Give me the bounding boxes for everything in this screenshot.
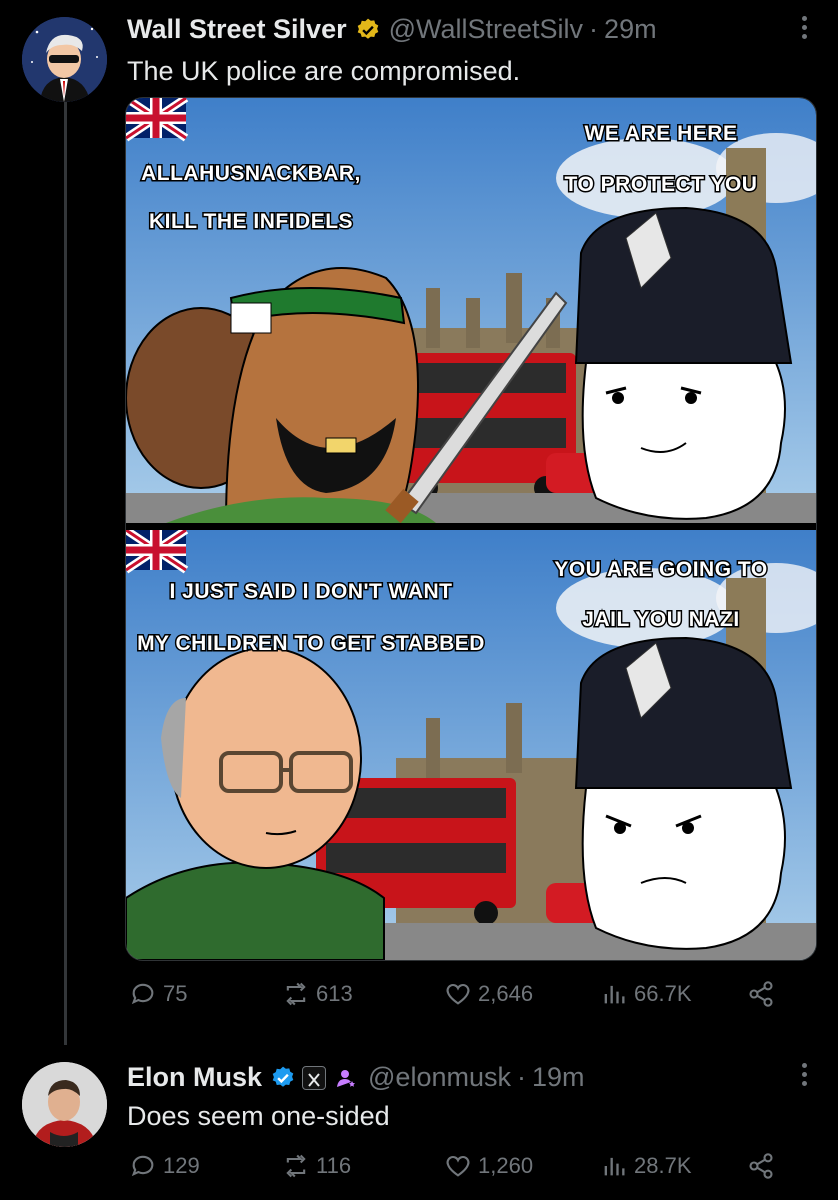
thread-connector bbox=[64, 100, 67, 1045]
reply-icon bbox=[131, 983, 154, 1005]
repost-icon bbox=[286, 982, 306, 1006]
like-count: 1,260 bbox=[478, 1153, 534, 1178]
reply-action-bar: 129 116 1,260 28.7K bbox=[127, 1152, 777, 1192]
timestamp[interactable]: 29m bbox=[604, 14, 657, 45]
x-affiliate-icon[interactable] bbox=[302, 1065, 327, 1090]
share-button[interactable] bbox=[747, 980, 775, 1008]
repost-button[interactable]: 613 bbox=[282, 980, 353, 1008]
panel2-right-line1: YOU ARE GOING TO bbox=[554, 558, 767, 581]
reply-count: 75 bbox=[163, 981, 188, 1006]
more-icon[interactable] bbox=[800, 1063, 808, 1086]
tweet-header: Wall Street Silver @WallStreetSilv · 29m bbox=[127, 14, 657, 45]
meme-panel-2: I JUST SAID I DON'T WANT MY CHILDREN TO … bbox=[126, 526, 816, 960]
views-icon bbox=[604, 1157, 625, 1176]
more-icon[interactable] bbox=[800, 16, 808, 39]
panel2-left-line1: I JUST SAID I DON'T WANT bbox=[169, 580, 452, 603]
reply-timestamp[interactable]: 19m bbox=[532, 1062, 585, 1093]
panel1-left-line2: KILL THE INFIDELS bbox=[149, 210, 353, 233]
reply-header: Elon Musk @elonmusk · 19m bbox=[127, 1062, 585, 1093]
views-icon bbox=[604, 985, 625, 1004]
views-button[interactable]: 28.7K bbox=[600, 1152, 692, 1180]
reply-author-handle[interactable]: @elonmusk bbox=[368, 1062, 511, 1093]
share-button[interactable] bbox=[747, 1152, 775, 1180]
separator: · bbox=[516, 1062, 526, 1092]
reply-button[interactable]: 75 bbox=[129, 980, 187, 1008]
reply-count: 129 bbox=[163, 1153, 200, 1178]
views-count: 28.7K bbox=[634, 1153, 692, 1178]
verified-badge-icon[interactable] bbox=[270, 1065, 296, 1091]
views-button[interactable]: 66.7K bbox=[600, 980, 692, 1008]
share-icon bbox=[749, 981, 773, 1007]
reply-icon bbox=[131, 1155, 154, 1177]
like-button[interactable]: 2,646 bbox=[444, 980, 533, 1008]
meme-panel-1: ALLAHUSNACKBAR, KILL THE INFIDELS WE ARE… bbox=[126, 98, 816, 524]
author-name[interactable]: Wall Street Silver bbox=[127, 14, 347, 45]
tweet-text: The UK police are compromised. bbox=[127, 56, 521, 86]
reply-button[interactable]: 129 bbox=[129, 1152, 200, 1180]
verified-badge-icon[interactable] bbox=[355, 17, 381, 43]
repost-count: 116 bbox=[316, 1153, 352, 1178]
avatar-wallstreetsilver[interactable] bbox=[22, 17, 107, 102]
panel1-right-line2: TO PROTECT YOU bbox=[565, 173, 758, 196]
panel2-left-line2: MY CHILDREN TO GET STABBED bbox=[137, 632, 485, 655]
subscriber-icon[interactable] bbox=[334, 1066, 358, 1090]
like-icon bbox=[446, 1155, 470, 1177]
reply-text: Does seem one-sided bbox=[127, 1101, 390, 1131]
repost-icon bbox=[286, 1154, 306, 1178]
tweet-media-image[interactable]: ALLAHUSNACKBAR, KILL THE INFIDELS WE ARE… bbox=[125, 97, 817, 961]
like-button[interactable]: 1,260 bbox=[444, 1152, 533, 1180]
separator: · bbox=[589, 14, 599, 44]
author-handle[interactable]: @WallStreetSilv bbox=[389, 14, 583, 45]
panel1-left-line1: ALLAHUSNACKBAR, bbox=[141, 162, 361, 185]
avatar-elonmusk[interactable] bbox=[22, 1062, 107, 1147]
reply-author-name[interactable]: Elon Musk bbox=[127, 1062, 262, 1093]
panel2-right-line2: JAIL YOU NAZI bbox=[582, 608, 739, 631]
repost-count: 613 bbox=[316, 981, 353, 1006]
views-count: 66.7K bbox=[634, 981, 692, 1006]
like-icon bbox=[446, 983, 470, 1005]
share-icon bbox=[749, 1153, 773, 1179]
panel1-right-line1: WE ARE HERE bbox=[585, 122, 738, 145]
tweet-action-bar: 75 613 2,646 66.7K bbox=[127, 980, 777, 1020]
like-count: 2,646 bbox=[478, 981, 534, 1006]
repost-button[interactable]: 116 bbox=[282, 1152, 351, 1180]
